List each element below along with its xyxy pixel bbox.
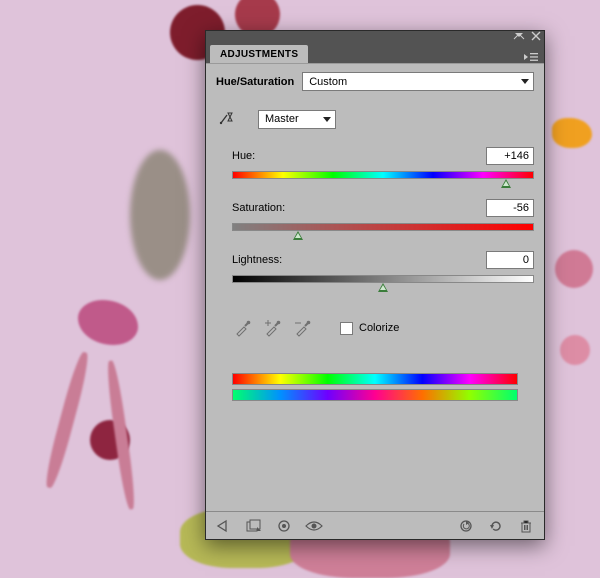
eyedropper-plus-icon[interactable] [262,317,284,339]
trash-icon[interactable] [516,516,536,536]
saturation-slider-block: Saturation: [216,199,534,239]
close-icon[interactable] [531,31,541,41]
previous-state-icon[interactable] [456,516,476,536]
lightness-slider-block: Lightness: [216,251,534,291]
hue-slider[interactable] [232,169,534,181]
hue-slider-block: Hue: [216,147,534,187]
hue-slider-thumb[interactable] [501,179,511,188]
eyedropper-row: Colorize [216,317,534,339]
panel-menu-icon[interactable] [518,51,544,63]
saturation-slider-thumb[interactable] [293,231,303,240]
targeted-adjustment-icon[interactable] [216,109,240,129]
lightness-slider-thumb[interactable] [378,283,388,292]
colorize-checkbox[interactable] [340,322,353,335]
channel-dropdown[interactable]: Master [258,110,336,129]
clip-to-layer-icon[interactable] [274,516,294,536]
eyedropper-icon[interactable] [232,317,254,339]
eyedropper-minus-icon[interactable] [292,317,314,339]
reset-icon[interactable] [486,516,506,536]
input-hue-strip [232,373,518,385]
output-hue-strip [232,389,518,401]
adjustments-panel: ADJUSTMENTS Hue/Saturation Custom [205,30,545,540]
lightness-slider[interactable] [232,273,534,285]
channel-dropdown-value: Master [265,113,299,125]
panel-content: Hue/Saturation Custom Master [206,63,544,511]
collapse-icon[interactable] [513,32,525,40]
preset-dropdown-value: Custom [309,76,347,88]
panel-titlebar [206,31,544,41]
panel-tabstrip: ADJUSTMENTS [206,41,544,63]
lightness-label: Lightness: [232,254,282,266]
back-icon[interactable] [214,516,234,536]
lightness-value-input[interactable] [486,251,534,269]
saturation-slider[interactable] [232,221,534,233]
colorize-checkbox-wrap[interactable]: Colorize [340,322,399,335]
colorize-label: Colorize [359,322,399,334]
hue-label: Hue: [232,150,255,162]
saturation-label: Saturation: [232,202,285,214]
chevron-down-icon [521,79,529,84]
adjustment-title: Hue/Saturation [216,76,294,88]
panel-footer [206,511,544,539]
color-range-display [232,373,518,405]
saturation-value-input[interactable] [486,199,534,217]
chevron-down-icon [323,117,331,122]
preset-dropdown[interactable]: Custom [302,72,534,91]
tab-adjustments[interactable]: ADJUSTMENTS [210,45,308,63]
visibility-icon[interactable] [304,516,324,536]
hue-value-input[interactable] [486,147,534,165]
adjustment-presets-icon[interactable] [244,516,264,536]
